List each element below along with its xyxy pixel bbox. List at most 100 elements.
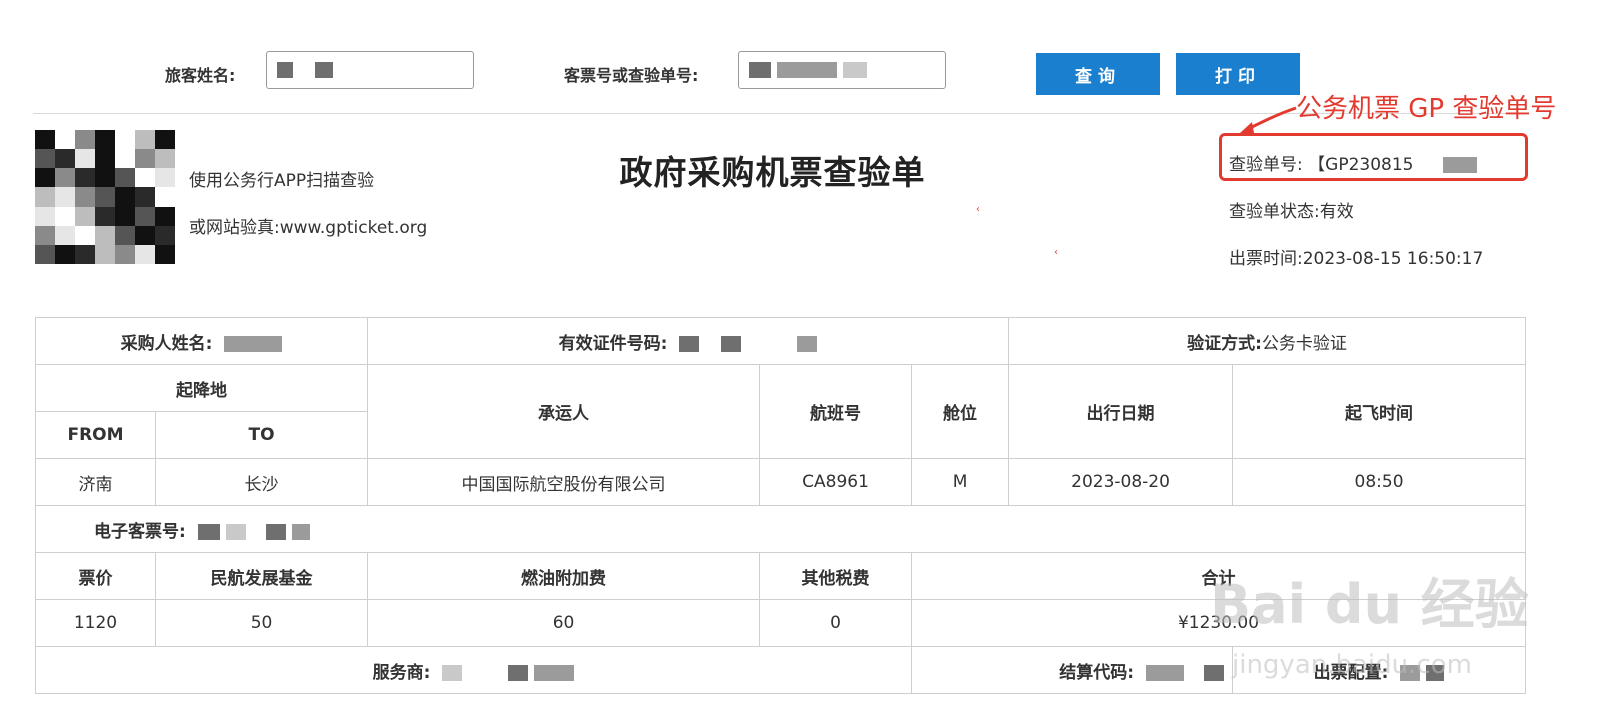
qr-module bbox=[95, 206, 115, 226]
date-value: 2023-08-20 bbox=[1008, 458, 1234, 506]
provider-label: 服务商: bbox=[372, 662, 431, 683]
status-value: 有效 bbox=[1319, 202, 1354, 222]
ticket-config-label: 出票配置: bbox=[1313, 662, 1389, 683]
settle-code-cell: 结算代码: bbox=[911, 646, 1234, 694]
table-row: 电子客票号: bbox=[34, 505, 1527, 553]
annotation-text: 公务机票 GP 查验单号 bbox=[1296, 94, 1557, 124]
redacted-block bbox=[749, 62, 771, 78]
qr-module bbox=[135, 225, 155, 245]
flight-value: CA8961 bbox=[759, 458, 913, 506]
redacted-block bbox=[534, 664, 575, 681]
passenger-name-label: 旅客姓名: bbox=[165, 66, 236, 85]
fuel-header: 燃油附加费 bbox=[367, 552, 761, 600]
purchaser-cell: 采购人姓名: bbox=[34, 317, 369, 365]
qr-module bbox=[55, 225, 75, 245]
purchaser-label: 采购人姓名: bbox=[120, 333, 213, 354]
settle-code-label: 结算代码: bbox=[1059, 662, 1135, 683]
total-header: 合计 bbox=[911, 552, 1527, 600]
redacted-block bbox=[843, 62, 867, 78]
redacted-block bbox=[508, 664, 529, 681]
carrier-header: 承运人 bbox=[367, 364, 761, 459]
date-header: 出行日期 bbox=[1008, 364, 1234, 459]
redacted-block bbox=[277, 62, 293, 78]
qr-module bbox=[35, 206, 55, 226]
qr-module bbox=[155, 244, 175, 264]
to-header: TO bbox=[154, 411, 369, 459]
redacted-block bbox=[442, 664, 463, 681]
eticket-label: 电子客票号: bbox=[94, 521, 186, 542]
redacted-block bbox=[777, 62, 837, 78]
redacted-block bbox=[1426, 664, 1445, 681]
flight-header: 航班号 bbox=[759, 364, 913, 459]
total-value: ¥1230.00 bbox=[911, 599, 1527, 647]
to-value: 长沙 bbox=[154, 458, 369, 506]
qr-module bbox=[35, 244, 55, 264]
time-header: 起飞时间 bbox=[1232, 364, 1527, 459]
redacted-block bbox=[315, 62, 333, 78]
id-number-cell: 有效证件号码: bbox=[367, 317, 1010, 365]
web-verify-hint: 或网站验真:www.gpticket.org bbox=[189, 218, 428, 238]
qr-module bbox=[55, 244, 75, 264]
redacted-block bbox=[224, 335, 283, 352]
qr-module bbox=[135, 244, 155, 264]
verify-method-value: 公务卡验证 bbox=[1261, 333, 1347, 354]
ticket-table: 采购人姓名: 有效证件号码: 验证方式:公务卡验证 起降地 承运人 航班号 舱位… bbox=[34, 317, 1527, 694]
redacted-block bbox=[225, 523, 246, 540]
qr-module bbox=[35, 225, 55, 245]
qr-module bbox=[75, 244, 95, 264]
cabin-value: M bbox=[911, 458, 1010, 506]
fund-header: 民航发展基金 bbox=[154, 552, 369, 600]
table-row: 服务商: 结算代码: 出票配置: bbox=[34, 646, 1527, 694]
redacted-block bbox=[1204, 664, 1225, 681]
qr-module bbox=[75, 206, 95, 226]
qr-module bbox=[95, 225, 115, 245]
provider-cell: 服务商: bbox=[34, 646, 913, 694]
qr-module bbox=[55, 206, 75, 226]
redacted-block bbox=[265, 523, 286, 540]
annotation-highlight-box bbox=[1219, 133, 1528, 181]
route-header: 起降地 bbox=[34, 364, 369, 412]
qr-module bbox=[155, 225, 175, 245]
issue-time-value: 2023-08-15 16:50:17 bbox=[1302, 249, 1484, 269]
stray-mark-icon: ‹ bbox=[1054, 247, 1058, 258]
print-button[interactable]: 打印 bbox=[1176, 53, 1300, 95]
from-header: FROM bbox=[35, 411, 156, 459]
eticket-cell: 电子客票号: bbox=[34, 505, 1527, 553]
cabin-header: 舱位 bbox=[911, 364, 1010, 459]
qr-module bbox=[75, 225, 95, 245]
table-row: 济南 长沙 中国国际航空股份有限公司 CA8961 M 2023-08-20 0… bbox=[35, 458, 1527, 506]
table-row: 采购人姓名: 有效证件号码: 验证方式:公务卡验证 bbox=[34, 317, 1527, 365]
redacted-block bbox=[291, 523, 310, 540]
ticket-config-cell: 出票配置: bbox=[1232, 646, 1527, 694]
status-line: 查验单状态:有效 bbox=[1229, 197, 1354, 222]
stray-mark-icon: ‹ bbox=[976, 204, 980, 215]
redacted-block bbox=[679, 335, 700, 352]
verify-method-cell: 验证方式:公务卡验证 bbox=[1008, 317, 1527, 365]
tax-value: 0 bbox=[759, 599, 913, 647]
id-number-label: 有效证件号码: bbox=[558, 333, 668, 354]
redacted-block bbox=[1400, 664, 1421, 681]
fuel-value: 60 bbox=[367, 599, 761, 647]
qr-module bbox=[115, 244, 135, 264]
verify-method-label: 验证方式: bbox=[1187, 333, 1262, 354]
redacted-block bbox=[197, 523, 220, 540]
qr-module bbox=[155, 206, 175, 226]
annotation-arrow-icon bbox=[1240, 106, 1297, 133]
table-row: 1120 50 60 0 ¥1230.00 bbox=[35, 599, 1527, 647]
table-row: 票价 民航发展基金 燃油附加费 其他税费 合计 bbox=[35, 552, 1527, 600]
qr-module bbox=[115, 225, 135, 245]
fund-value: 50 bbox=[154, 599, 369, 647]
ticket-no-input[interactable] bbox=[738, 51, 946, 89]
status-label: 查验单状态: bbox=[1229, 202, 1320, 222]
redacted-block bbox=[721, 335, 742, 352]
qr-module bbox=[135, 206, 155, 226]
qr-module bbox=[115, 206, 135, 226]
query-button[interactable]: 查询 bbox=[1036, 53, 1160, 95]
issue-time-line: 出票时间:2023-08-15 16:50:17 bbox=[1229, 244, 1483, 269]
price-value: 1120 bbox=[35, 599, 156, 647]
time-value: 08:50 bbox=[1232, 458, 1527, 506]
carrier-value: 中国国际航空股份有限公司 bbox=[367, 458, 761, 506]
price-header: 票价 bbox=[35, 552, 156, 600]
redacted-block bbox=[797, 335, 818, 352]
passenger-name-input[interactable] bbox=[266, 51, 474, 89]
